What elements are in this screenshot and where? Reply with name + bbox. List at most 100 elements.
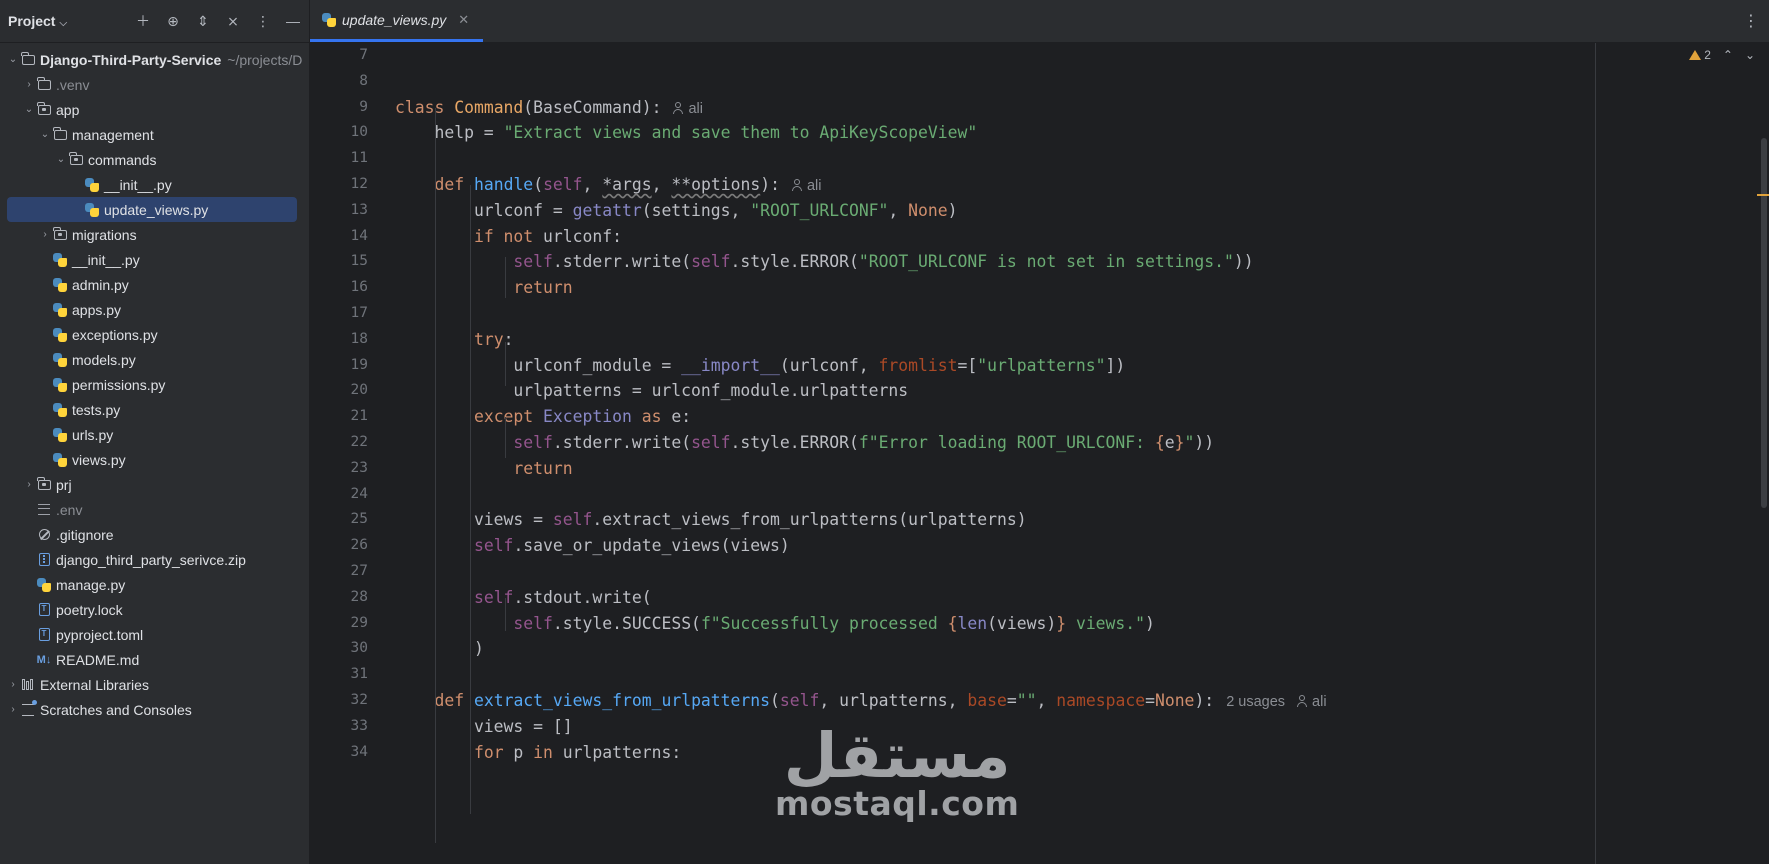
line-number: 28: [350, 588, 368, 605]
tree-item[interactable]: __init__.py: [0, 247, 301, 272]
code-line[interactable]: self.stdout.write(: [395, 585, 652, 611]
line-number: 17: [350, 305, 368, 321]
chevron-right-icon[interactable]: ›: [6, 704, 20, 715]
code-line[interactable]: self.save_or_update_views(views): [395, 533, 790, 559]
author-hint[interactable]: ali: [673, 101, 703, 117]
code-line[interactable]: self.stderr.write(self.style.ERROR("ROOT…: [395, 249, 1253, 275]
watermark-logo: مستقل mostaql.com: [775, 725, 1019, 824]
python-file-icon: [53, 277, 67, 292]
tree-item-label: exceptions.py: [72, 326, 158, 343]
chevron-right-icon[interactable]: ›: [38, 229, 52, 240]
author-hint[interactable]: ali: [1297, 694, 1327, 710]
chevron-down-icon[interactable]: ⌄: [22, 104, 36, 115]
previous-highlight-icon[interactable]: ⌃: [1723, 48, 1733, 62]
tree-item-icon: [36, 552, 52, 568]
tree-item-icon: [36, 527, 52, 543]
code-area[interactable]: class Command(BaseCommand): ali help = "E…: [395, 43, 1769, 864]
tree-item[interactable]: views.py: [0, 447, 301, 472]
collapse-all-icon[interactable]: ⨯: [225, 13, 241, 30]
inspection-widget[interactable]: 2 ⌃ ⌄: [1689, 48, 1755, 62]
more-tabs-icon[interactable]: ⋮: [1733, 0, 1769, 42]
scratches-icon: [22, 699, 37, 716]
tree-item[interactable]: › .venv: [0, 72, 301, 97]
chevron-right-icon[interactable]: ›: [6, 679, 20, 690]
locate-icon[interactable]: ⊕: [165, 13, 181, 30]
project-view-selector[interactable]: Project ⌵: [8, 13, 67, 29]
python-file-icon: [53, 302, 67, 317]
code-line[interactable]: self.style.SUCCESS(f"Successfully proces…: [395, 611, 1154, 637]
warning-indicator[interactable]: 2: [1689, 48, 1711, 62]
hide-panel-icon[interactable]: —: [285, 13, 301, 29]
code-line[interactable]: urlpatterns = urlconf_module.urlpatterns: [395, 378, 908, 404]
tree-item[interactable]: › Scratches and Consoles: [0, 697, 301, 722]
tree-item[interactable]: ⌄ management: [0, 122, 301, 147]
code-line[interactable]: help = "Extract views and save them to A…: [395, 120, 977, 146]
code-line[interactable]: views = self.extract_views_from_urlpatte…: [395, 507, 1027, 533]
tree-item[interactable]: M↓ README.md: [0, 647, 301, 672]
chevron-down-icon[interactable]: ⌄: [38, 129, 52, 140]
tree-item[interactable]: apps.py: [0, 297, 301, 322]
tree-item[interactable]: manage.py: [0, 572, 301, 597]
next-highlight-icon[interactable]: ⌄: [1745, 48, 1755, 62]
expand-all-icon[interactable]: ⇕: [195, 13, 211, 30]
tree-item[interactable]: update_views.py: [7, 197, 297, 222]
tree-item[interactable]: › External Libraries: [0, 672, 301, 697]
tree-item[interactable]: __init__.py: [0, 172, 301, 197]
tree-item[interactable]: django_third_party_serivce.zip: [0, 547, 301, 572]
tree-item[interactable]: .env: [0, 497, 301, 522]
tree-item-icon: [36, 76, 52, 93]
line-number: 26: [350, 537, 368, 554]
tree-item[interactable]: tests.py: [0, 397, 301, 422]
tree-item[interactable]: exceptions.py: [0, 322, 301, 347]
user-icon: [673, 101, 684, 114]
code-line[interactable]: except Exception as e:: [395, 404, 691, 430]
tree-item[interactable]: › prj: [0, 472, 301, 497]
tree-item[interactable]: models.py: [0, 347, 301, 372]
line-number: 31: [350, 666, 368, 683]
package-folder-icon: [37, 101, 51, 115]
code-line[interactable]: urlconf = getattr(settings, "ROOT_URLCON…: [395, 198, 958, 224]
warning-stripe-marker[interactable]: [1757, 194, 1769, 196]
tree-item[interactable]: permissions.py: [0, 372, 301, 397]
code-line[interactable]: try:: [395, 327, 513, 353]
code-line[interactable]: if not urlconf:: [395, 224, 622, 250]
code-line[interactable]: class Command(BaseCommand): ali: [395, 95, 703, 121]
tree-item[interactable]: Tpyproject.toml: [0, 622, 301, 647]
line-number: 20: [350, 382, 368, 399]
tree-item-icon: [52, 352, 68, 368]
chevron-right-icon[interactable]: ›: [22, 479, 36, 490]
project-panel: Project ⌵ ＋ ⊕ ⇕ ⨯ ⋮ — ⌄ Django-Third-Party…: [0, 0, 310, 864]
chevron-down-icon[interactable]: ⌄: [54, 154, 68, 165]
code-line[interactable]: for p in urlpatterns:: [395, 740, 681, 766]
python-file-icon: [37, 577, 51, 592]
tree-item[interactable]: ⌄ Django-Third-Party-Service ~/projects/D: [0, 47, 302, 72]
code-line[interactable]: return: [395, 456, 572, 482]
tree-item[interactable]: .gitignore: [0, 522, 301, 547]
tree-item[interactable]: ⌄ commands: [0, 147, 301, 172]
close-icon[interactable]: ✕: [458, 12, 469, 28]
tree-item[interactable]: Tpoetry.lock: [0, 597, 301, 622]
usages-hint[interactable]: 2 usages: [1226, 694, 1285, 710]
tree-item[interactable]: ⌄ app: [0, 97, 301, 122]
code-line[interactable]: self.stderr.write(self.style.ERROR(f"Err…: [395, 430, 1214, 456]
code-line[interactable]: def extract_views_from_urlpatterns(self,…: [395, 688, 1327, 714]
tree-item[interactable]: admin.py: [0, 272, 301, 297]
tree-item[interactable]: › migrations: [0, 222, 301, 247]
add-icon[interactable]: ＋: [135, 11, 151, 31]
tab-update-views[interactable]: update_views.py ✕: [310, 0, 484, 42]
code-line[interactable]: return: [395, 275, 572, 301]
tab-label: update_views.py: [342, 11, 447, 28]
indent-guide: [470, 184, 471, 815]
more-options-icon[interactable]: ⋮: [255, 13, 271, 30]
chevron-down-icon[interactable]: ⌄: [6, 54, 20, 65]
code-line[interactable]: def handle(self, *args, **options): ali: [395, 172, 821, 198]
tree-item-icon: [52, 252, 68, 268]
author-hint[interactable]: ali: [791, 178, 821, 194]
project-panel-header: Project ⌵ ＋ ⊕ ⇕ ⨯ ⋮ —: [0, 0, 309, 43]
tree-item[interactable]: urls.py: [0, 422, 301, 447]
code-line[interactable]: views = []: [395, 714, 573, 740]
indent-guide: [505, 597, 506, 632]
chevron-right-icon[interactable]: ›: [22, 79, 36, 90]
code-editor[interactable]: 7 8 9 10 11 12 13 14 15 16 17 18 19 20 21 22 23 24 25 26 27 2…: [310, 43, 1769, 864]
line-number: 7: [359, 47, 368, 63]
